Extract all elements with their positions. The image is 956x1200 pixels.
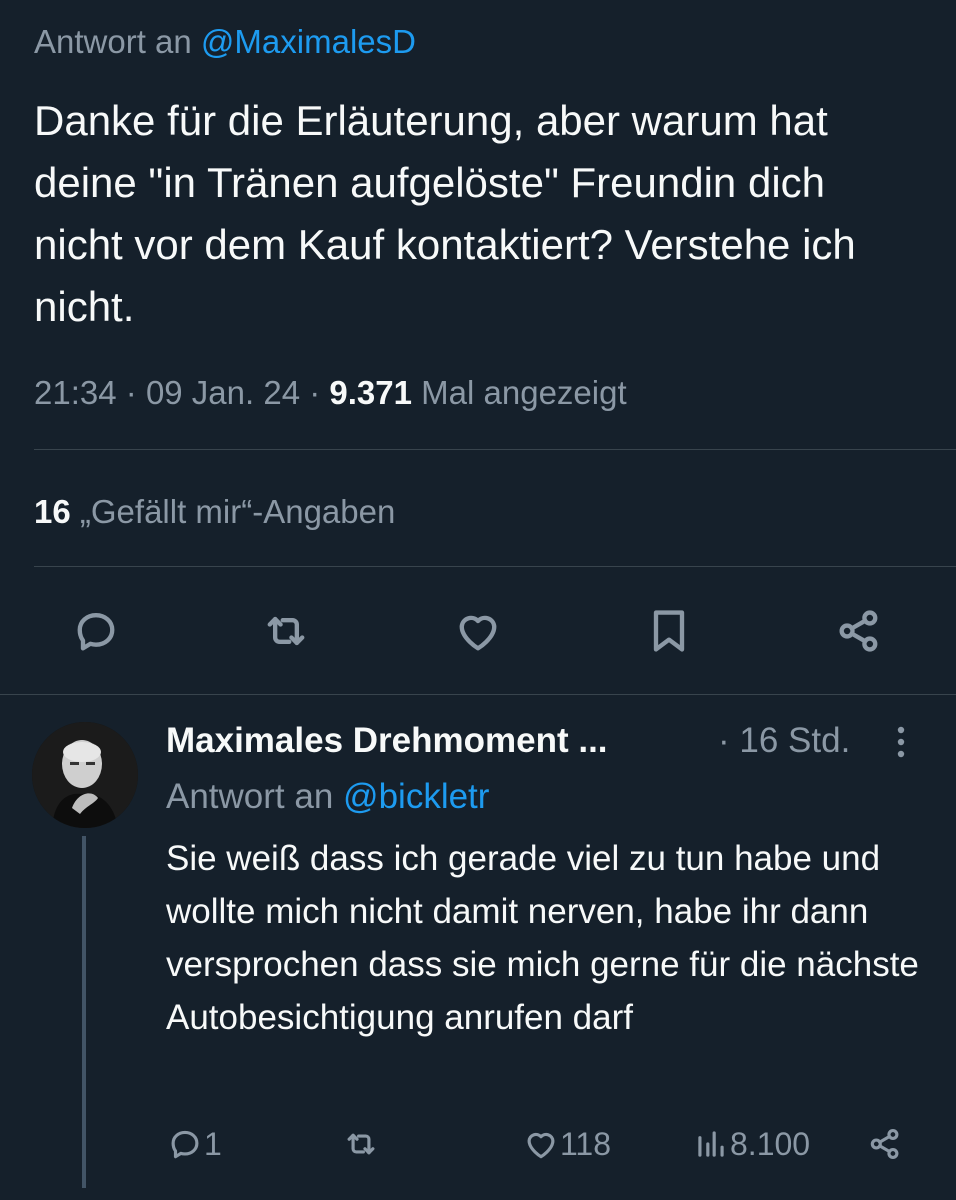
more-options-icon[interactable] — [888, 722, 914, 762]
reply-handle-link[interactable]: @MaximalesD — [201, 23, 416, 60]
likes-summary[interactable]: 16 „Gefällt mir“-Angaben — [34, 490, 395, 534]
divider — [34, 449, 956, 450]
tweet-time[interactable]: 21:34 — [34, 374, 117, 411]
reply-time[interactable]: · 16 Std. — [718, 718, 850, 764]
reply-header: Maximales Drehmoment ... · 16 Std. — [166, 718, 926, 764]
meta-separator: · — [309, 374, 321, 411]
tweet-meta: 21:34 · 09 Jan. 24 · 9.371 Mal angezeigt — [34, 370, 627, 416]
retweet-icon — [347, 1133, 375, 1155]
tweet-text: Danke für die Erläuterung, aber warum ha… — [34, 97, 856, 330]
reply-icon[interactable] — [68, 603, 124, 659]
reply-context: Antwort an @MaximalesD — [34, 20, 416, 64]
reply-prefix: Antwort an — [166, 777, 334, 816]
views-count: 8.100 — [730, 1125, 811, 1162]
meta-separator: · — [125, 374, 137, 411]
analytics-icon — [698, 1131, 724, 1157]
like-icon — [527, 1132, 555, 1159]
divider — [34, 566, 956, 567]
thread-line — [82, 836, 86, 1188]
reply-prefix: Antwort an — [34, 23, 192, 60]
like-count: 118 — [560, 1125, 612, 1162]
avatar[interactable] — [32, 722, 138, 828]
like-button[interactable]: 118 — [522, 1122, 611, 1166]
reply-icon — [171, 1130, 199, 1159]
views-button[interactable]: 8.100 — [692, 1122, 810, 1166]
reply-count: 1 — [204, 1125, 222, 1162]
reply-text: Sie weiß dass ich gerade viel zu tun hab… — [166, 839, 919, 1037]
reply-handle-link[interactable]: @bickletr — [343, 777, 489, 816]
tweet-date[interactable]: 09 Jan. 24 — [146, 374, 300, 411]
section-divider — [0, 694, 956, 695]
views-label: Mal angezeigt — [421, 374, 627, 411]
share-icon — [870, 1128, 899, 1160]
share-button[interactable] — [866, 1122, 904, 1166]
reply-button[interactable]: 1 — [166, 1122, 222, 1166]
bookmark-icon[interactable] — [641, 603, 697, 659]
share-icon[interactable] — [831, 603, 887, 659]
like-icon[interactable] — [450, 603, 506, 659]
retweet-button[interactable] — [342, 1122, 380, 1166]
reply-context: Antwort an @bickletr — [166, 774, 489, 820]
likes-count: 16 — [34, 493, 71, 530]
author-name[interactable]: Maximales Drehmoment ... — [166, 721, 608, 760]
likes-label: „Gefällt mir“-Angaben — [79, 493, 396, 530]
retweet-icon[interactable] — [258, 603, 314, 659]
views-count: 9.371 — [329, 374, 412, 411]
